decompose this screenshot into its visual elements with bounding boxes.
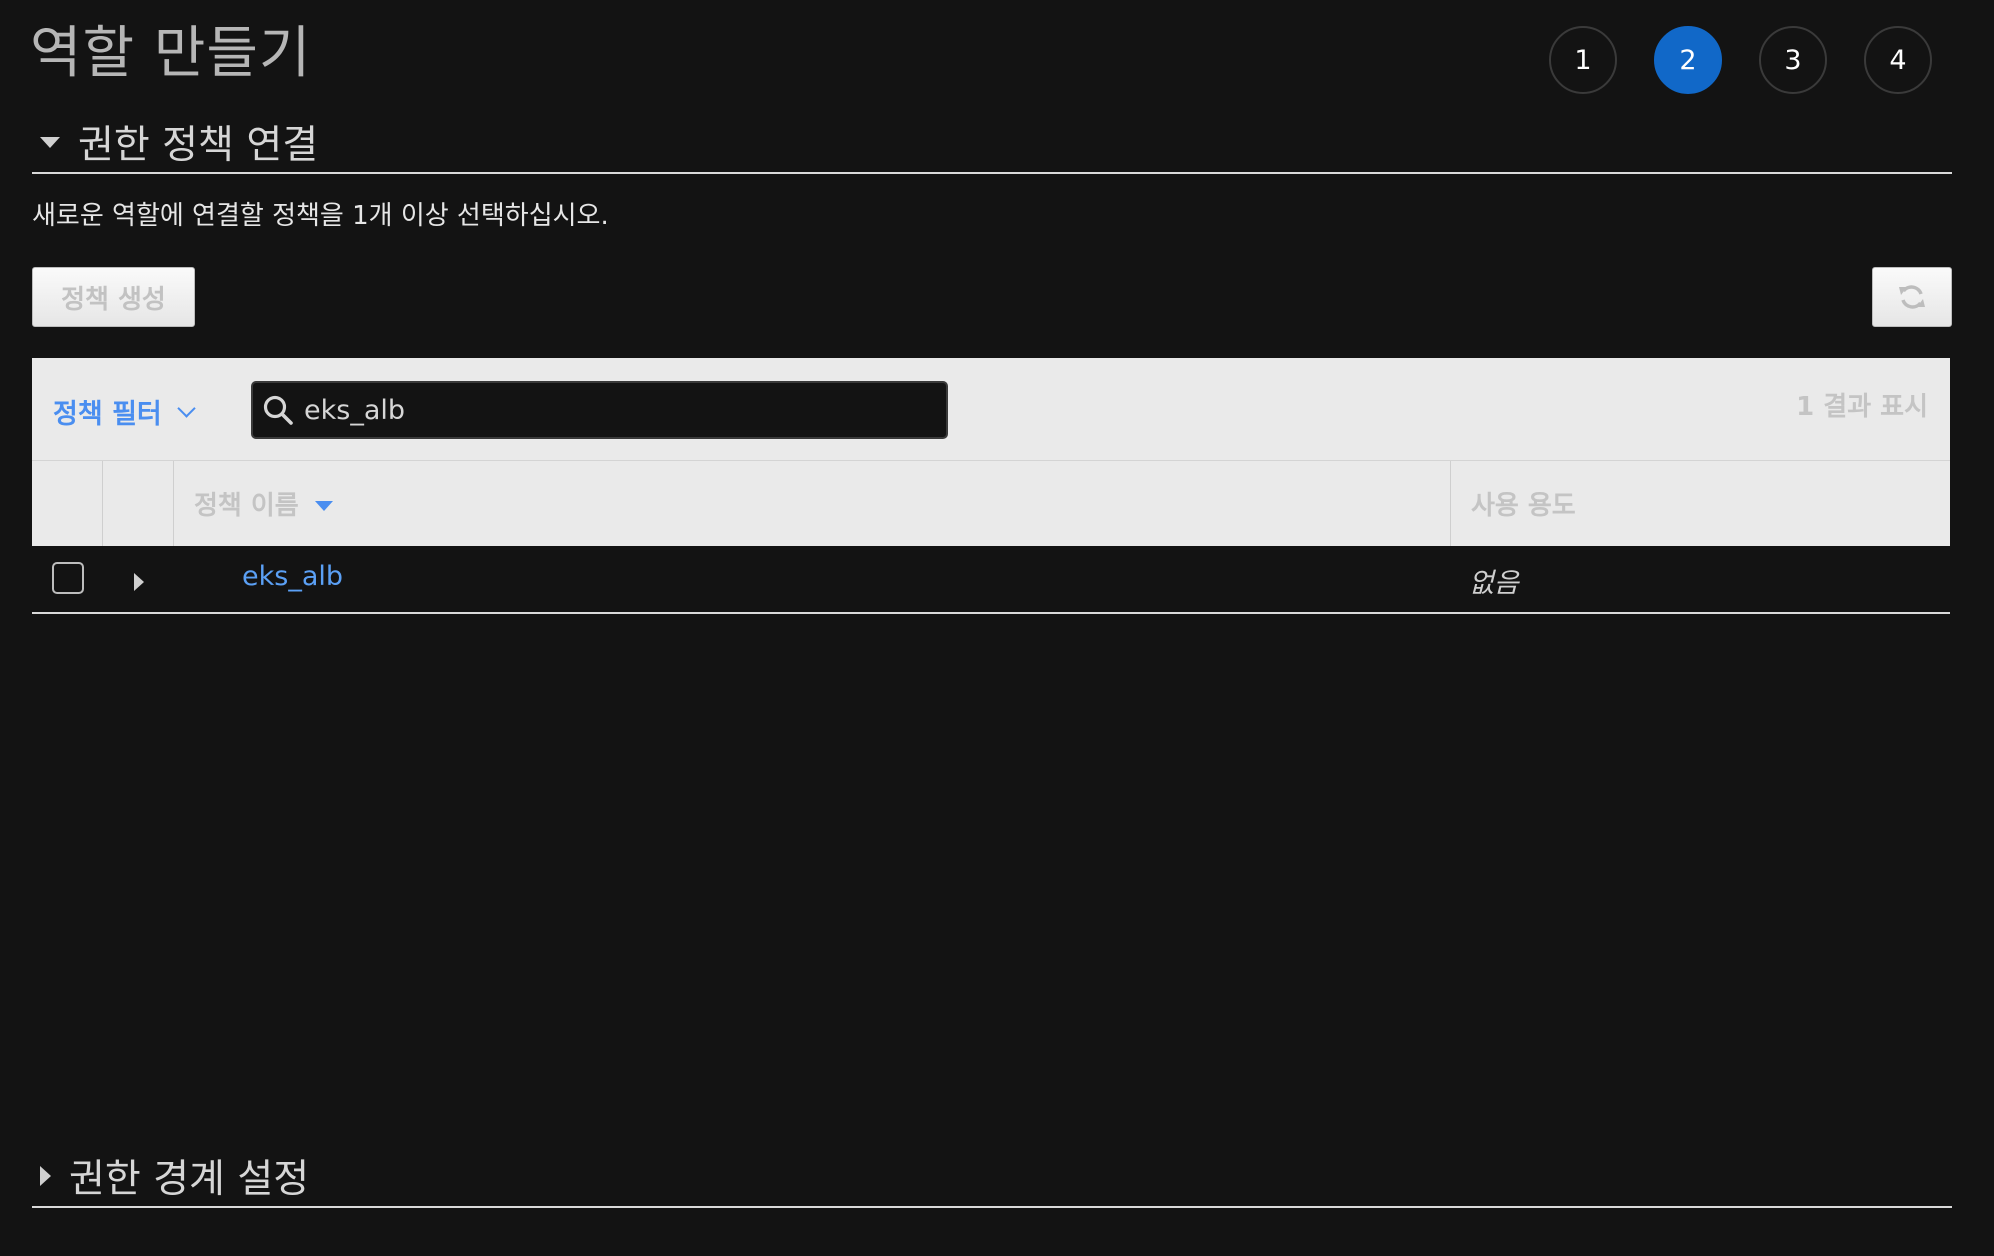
sort-descending-icon [314,500,333,511]
page-title: 역할 만들기 [30,21,312,86]
permissions-boundary-title: 권한 경계 설정 [69,1157,310,1202]
step-2-button[interactable]: 2 [1654,26,1722,94]
policy-filter-bar: 정책 필터 1 결과 표시 [32,358,1950,461]
policy-filter-dropdown[interactable]: 정책 필터 [53,392,196,431]
policy-search-box[interactable] [251,381,948,439]
table-row: eks_alb 없음 [32,546,1950,614]
policy-name-link[interactable]: eks_alb [242,561,343,592]
policy-usage-value: 없음 [1469,568,1519,599]
permissions-boundary-section-header[interactable]: 권한 경계 설정 [32,1146,1952,1208]
step-4-button[interactable]: 4 [1864,26,1932,94]
result-count: 1 결과 표시 [1796,392,1928,422]
create-role-page: 역할 만들기 1 2 3 4 권한 정책 연결 새로운 역할에 연결할 정책을 … [0,0,1994,1256]
policy-name-column-header[interactable]: 정책 이름 [174,461,1451,546]
expand-caret-icon [40,1166,51,1186]
usage-header-label: 사용 용도 [1471,491,1576,521]
policy-name-header-label: 정책 이름 [194,491,299,521]
usage-column-header[interactable]: 사용 용도 [1451,461,1950,546]
attach-policies-title: 권한 정책 연결 [78,123,319,168]
expand-column-header [103,461,174,546]
section-description: 새로운 역할에 연결할 정책을 1개 이상 선택하십시오. [32,201,609,231]
collapse-caret-icon [40,136,60,148]
row-expand-icon[interactable] [134,573,144,591]
select-column-header [32,461,103,546]
step-3-button[interactable]: 3 [1759,26,1827,94]
search-icon [262,394,294,426]
policy-filter-label: 정책 필터 [53,399,162,430]
refresh-button[interactable] [1872,267,1952,327]
step-1-button[interactable]: 1 [1549,26,1617,94]
create-policy-button[interactable]: 정책 생성 [32,267,195,327]
row-select-checkbox[interactable] [52,562,84,594]
chevron-down-icon [177,399,196,418]
policy-search-input[interactable] [302,393,926,427]
refresh-icon [1897,282,1927,312]
policy-table-header: 정책 이름 사용 용도 [32,461,1950,546]
attach-policies-section-header[interactable]: 권한 정책 연결 [32,112,1952,174]
